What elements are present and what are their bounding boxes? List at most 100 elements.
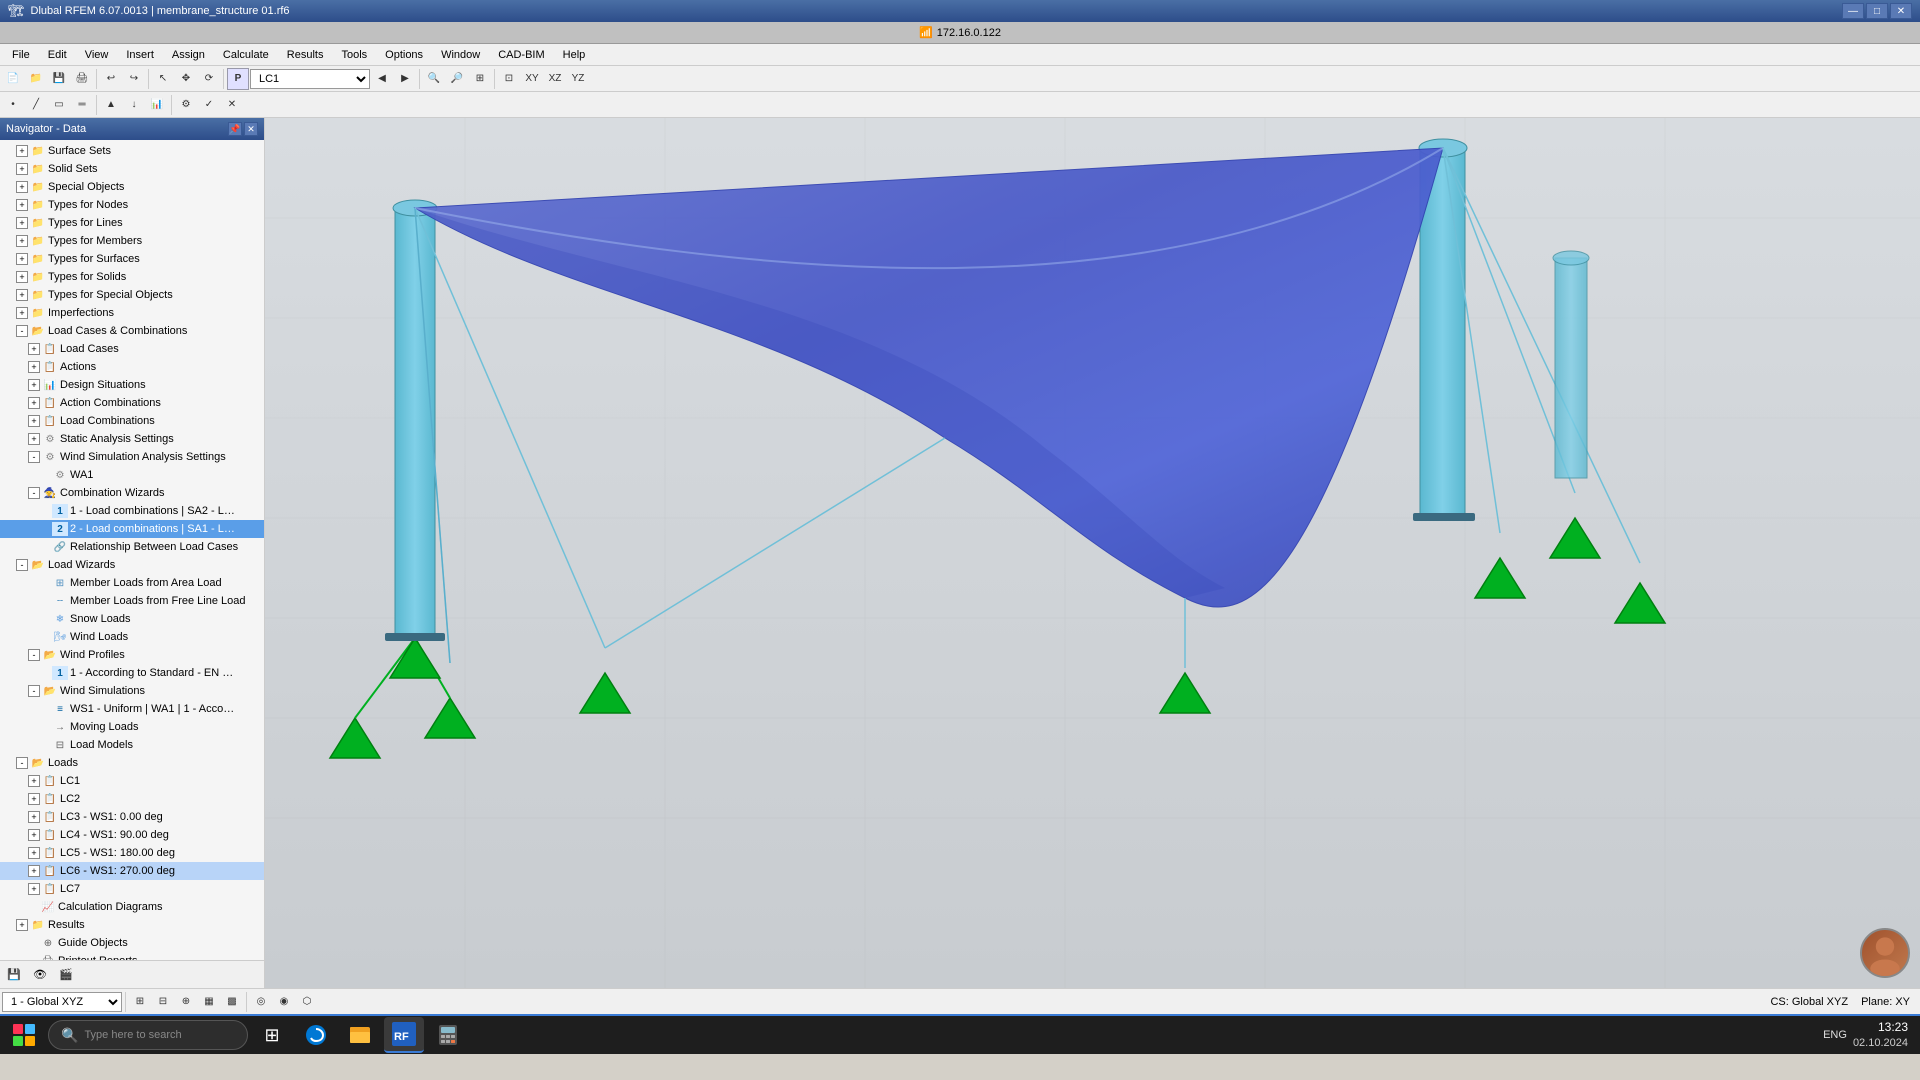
expander-loads[interactable]: -	[16, 757, 28, 769]
tree-item-wind-sim-settings[interactable]: - ⚙ Wind Simulation Analysis Settings	[0, 448, 264, 466]
expander-types-special[interactable]: +	[16, 289, 28, 301]
print-btn[interactable]: 🖨	[71, 68, 93, 90]
tree-item-surface-sets[interactable]: + 📁 Surface Sets	[0, 142, 264, 160]
pin-btn[interactable]: P	[227, 68, 249, 90]
bt-render3[interactable]: ⬡	[296, 991, 318, 1013]
viewxz-btn[interactable]: XZ	[544, 68, 566, 90]
taskbar-rfem[interactable]: RF	[384, 1017, 424, 1053]
menu-window[interactable]: Window	[433, 47, 488, 63]
menu-view[interactable]: View	[77, 47, 117, 63]
expander-design-sit[interactable]: +	[28, 379, 40, 391]
user-avatar[interactable]	[1860, 928, 1910, 978]
close-button[interactable]: ✕	[1890, 3, 1912, 19]
viewxy-btn[interactable]: XY	[521, 68, 543, 90]
menu-file[interactable]: File	[4, 47, 38, 63]
tree-item-lc1[interactable]: + 📋 LC1	[0, 772, 264, 790]
tree-item-solid-sets[interactable]: + 📁 Solid Sets	[0, 160, 264, 178]
bt-snap3[interactable]: ⊕	[175, 991, 197, 1013]
tree-item-types-surfaces[interactable]: + 📁 Types for Surfaces	[0, 250, 264, 268]
tree-item-wa1[interactable]: ⚙ WA1	[0, 466, 264, 484]
tree-item-load-cases[interactable]: + 📋 Load Cases	[0, 340, 264, 358]
tree-item-load-models[interactable]: ⊟ Load Models	[0, 736, 264, 754]
menu-cadbim[interactable]: CAD-BIM	[490, 47, 552, 63]
tree-item-results[interactable]: + 📁 Results	[0, 916, 264, 934]
tree-item-loads[interactable]: - 📂 Loads	[0, 754, 264, 772]
node-btn[interactable]: •	[2, 94, 24, 116]
tree-item-member-area[interactable]: ⊞ Member Loads from Area Load	[0, 574, 264, 592]
bt-view2[interactable]: ▩	[221, 991, 243, 1013]
load-btn[interactable]: ↓	[123, 94, 145, 116]
tree-item-lc5[interactable]: + 📋 LC5 - WS1: 180.00 deg	[0, 844, 264, 862]
expander-wind-sim[interactable]: -	[28, 451, 40, 463]
expander-special-objects[interactable]: +	[16, 181, 28, 193]
tree-item-combo2[interactable]: 2 2 - Load combinations | SA1 - Large de…	[0, 520, 264, 538]
expander-results[interactable]: +	[16, 919, 28, 931]
expander-load-cases-comb[interactable]: -	[16, 325, 28, 337]
bt-snap2[interactable]: ⊟	[152, 991, 174, 1013]
tree-item-load-comb[interactable]: + 📋 Load Combinations	[0, 412, 264, 430]
rotate-btn[interactable]: ⟳	[198, 68, 220, 90]
taskbar-calculator[interactable]	[428, 1017, 468, 1053]
tree-item-lc7[interactable]: + 📋 LC7	[0, 880, 264, 898]
expander-actions[interactable]: +	[28, 361, 40, 373]
zoom-out-btn[interactable]: 🔎	[446, 68, 468, 90]
tree-item-design-sit[interactable]: + 📊 Design Situations	[0, 376, 264, 394]
new-btn[interactable]: 📄	[2, 68, 24, 90]
tree-item-types-solids[interactable]: + 📁 Types for Solids	[0, 268, 264, 286]
tree-item-load-cases-comb[interactable]: - 📂 Load Cases & Combinations	[0, 322, 264, 340]
expander-lc4[interactable]: +	[28, 829, 40, 841]
bt-view1[interactable]: ▦	[198, 991, 220, 1013]
cross-btn[interactable]: ✕	[221, 94, 243, 116]
start-button[interactable]	[4, 1017, 44, 1053]
taskbar-search[interactable]: 🔍 Type here to search	[48, 1020, 248, 1050]
tree-item-guide-obj[interactable]: ⊕ Guide Objects	[0, 934, 264, 952]
tree-item-load-wiz[interactable]: - 📂 Load Wizards	[0, 556, 264, 574]
expander-wind-profiles[interactable]: -	[28, 649, 40, 661]
surface-btn[interactable]: ▭	[48, 94, 70, 116]
tree-item-static-analysis[interactable]: + ⚙ Static Analysis Settings	[0, 430, 264, 448]
zoom-in-btn[interactable]: 🔍	[423, 68, 445, 90]
view3d-btn[interactable]: ⊡	[498, 68, 520, 90]
tree-item-types-special[interactable]: + 📁 Types for Special Objects	[0, 286, 264, 304]
tree-item-types-members[interactable]: + 📁 Types for Members	[0, 232, 264, 250]
next-lc-btn[interactable]: ▶	[394, 68, 416, 90]
move-btn[interactable]: ✥	[175, 68, 197, 90]
expander-load-wiz[interactable]: -	[16, 559, 28, 571]
nav-save-btn[interactable]: 💾	[2, 964, 26, 986]
tree-item-lc6[interactable]: + 📋 LC6 - WS1: 270.00 deg	[0, 862, 264, 880]
expander-imperfections[interactable]: +	[16, 307, 28, 319]
taskbar-edge[interactable]	[296, 1017, 336, 1053]
tree-item-action-comb[interactable]: + 📋 Action Combinations	[0, 394, 264, 412]
tree-item-snow[interactable]: ❄ Snow Loads	[0, 610, 264, 628]
menu-edit[interactable]: Edit	[40, 47, 75, 63]
tree-item-wind-profiles[interactable]: - 📂 Wind Profiles	[0, 646, 264, 664]
nav-video-btn[interactable]: 🎬	[54, 964, 78, 986]
tree-item-combo1[interactable]: 1 1 - Load combinations | SA2 - Large de…	[0, 502, 264, 520]
tree-item-types-nodes[interactable]: + 📁 Types for Nodes	[0, 196, 264, 214]
nav-tree[interactable]: + 📁 Surface Sets + 📁 Solid Sets + 📁 Spec…	[0, 140, 264, 960]
tree-item-member-free[interactable]: ╌ Member Loads from Free Line Load	[0, 592, 264, 610]
nav-pin-btn[interactable]: 📌	[228, 122, 242, 136]
redo-btn[interactable]: ↪	[123, 68, 145, 90]
expander-types-nodes[interactable]: +	[16, 199, 28, 211]
tree-item-actions[interactable]: + 📋 Actions	[0, 358, 264, 376]
expander-lc3[interactable]: +	[28, 811, 40, 823]
nav-close-btn[interactable]: ✕	[244, 122, 258, 136]
tree-item-lc2[interactable]: + 📋 LC2	[0, 790, 264, 808]
taskbar-explorer[interactable]	[340, 1017, 380, 1053]
menu-tools[interactable]: Tools	[333, 47, 375, 63]
save-btn[interactable]: 💾	[48, 68, 70, 90]
member-btn[interactable]: ═	[71, 94, 93, 116]
maximize-button[interactable]: □	[1866, 3, 1888, 19]
menu-results[interactable]: Results	[279, 47, 332, 63]
taskbar-apps-icon[interactable]: ⊞	[252, 1017, 292, 1053]
expander-combo-wiz[interactable]: -	[28, 487, 40, 499]
tree-item-imperfections[interactable]: + 📁 Imperfections	[0, 304, 264, 322]
tree-item-wind-sims[interactable]: - 📂 Wind Simulations	[0, 682, 264, 700]
nav-eye-btn[interactable]: 👁	[28, 964, 52, 986]
tree-item-printout[interactable]: 🖨 Printout Reports	[0, 952, 264, 960]
expander-static[interactable]: +	[28, 433, 40, 445]
calc-btn[interactable]: ⚙	[175, 94, 197, 116]
load-case-dropdown[interactable]: LC1	[250, 69, 370, 89]
expander-solid-sets[interactable]: +	[16, 163, 28, 175]
